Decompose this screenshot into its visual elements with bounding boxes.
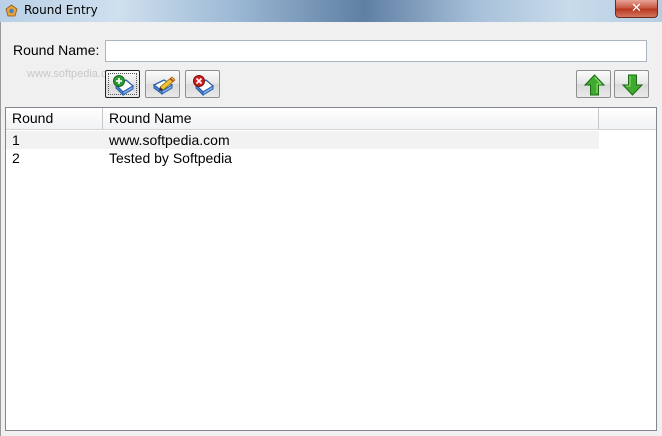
row-round-name: www.softpedia.com xyxy=(109,132,230,148)
delete-book-icon xyxy=(193,75,215,97)
title-bar[interactable]: Round Entry ✕ xyxy=(0,0,662,22)
add-book-icon xyxy=(113,75,135,97)
column-header-round[interactable]: Round xyxy=(6,108,103,129)
delete-round-button[interactable] xyxy=(185,70,220,98)
list-header: Round Round Name xyxy=(6,108,656,130)
round-name-label: Round Name: xyxy=(13,42,100,58)
move-down-arrow-icon xyxy=(621,74,644,96)
move-up-arrow-icon xyxy=(583,74,606,96)
app-icon xyxy=(5,4,18,17)
row-round-number: 1 xyxy=(12,132,20,148)
add-round-button[interactable] xyxy=(105,70,140,98)
edit-book-icon xyxy=(152,76,176,95)
column-header-round-name[interactable]: Round Name xyxy=(103,108,599,129)
rounds-list[interactable]: Round Round Name 1 www.softpedia.com 2 T… xyxy=(5,107,657,431)
close-icon: ✕ xyxy=(631,1,642,16)
table-row[interactable]: 2 Tested by Softpedia xyxy=(6,149,599,167)
table-row[interactable]: 1 www.softpedia.com xyxy=(6,131,599,149)
move-up-button[interactable] xyxy=(576,70,611,98)
row-round-name: Tested by Softpedia xyxy=(109,150,232,166)
row-round-number: 2 xyxy=(12,150,20,166)
close-button[interactable]: ✕ xyxy=(615,0,658,18)
window-title: Round Entry xyxy=(24,3,98,17)
round-entry-window: Round Entry ✕ Round Name: www.softpedia.… xyxy=(0,0,662,436)
client-area: Round Name: www.softpedia.com Round Roun… xyxy=(0,22,662,436)
move-down-button[interactable] xyxy=(614,70,649,98)
edit-round-button[interactable] xyxy=(145,70,180,98)
round-name-input[interactable] xyxy=(105,40,647,62)
